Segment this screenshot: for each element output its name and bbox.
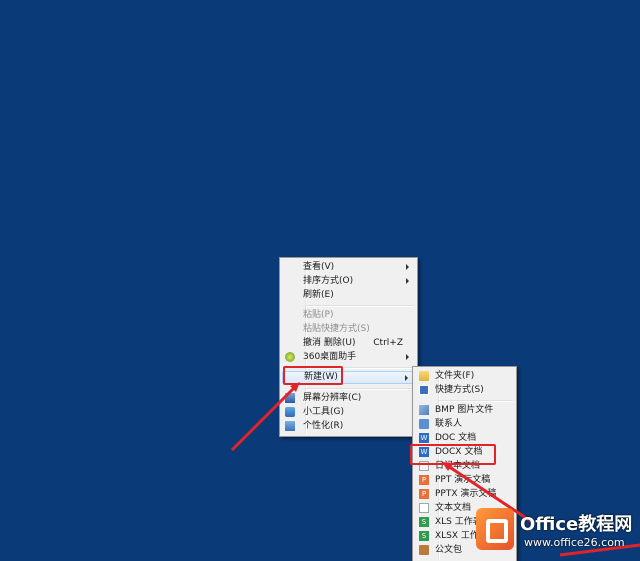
watermark-title: Office教程网 [520, 514, 633, 535]
annotation-arrows [230, 382, 640, 557]
watermark-url: www.office26.com [524, 536, 625, 549]
arrow-to-new [230, 382, 300, 452]
office-logo-icon [476, 508, 514, 550]
watermark: Office教程网 www.office26.com [470, 502, 640, 560]
